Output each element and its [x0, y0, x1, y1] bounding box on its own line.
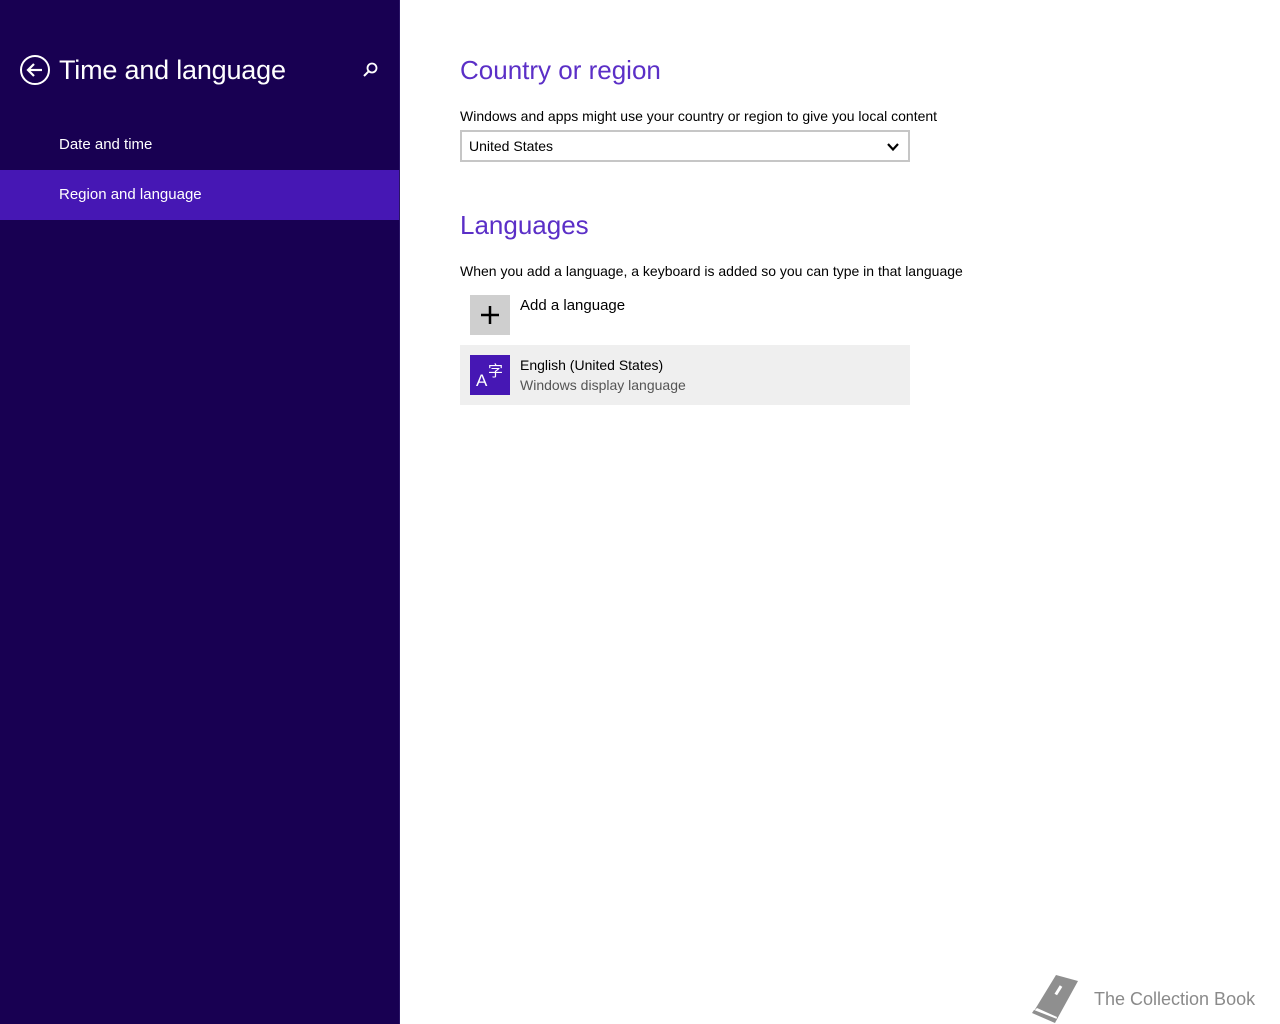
sidebar-item-region-and-language[interactable]: Region and language	[0, 170, 399, 220]
country-select[interactable]: United States	[460, 130, 910, 162]
language-tile: A 字	[470, 355, 510, 395]
book-icon	[1032, 975, 1078, 1023]
sidebar-item-label: Date and time	[59, 136, 153, 153]
main-content: Country or region Windows and apps might…	[400, 0, 1280, 1024]
back-button[interactable]	[19, 54, 51, 86]
language-subtitle: Windows display language	[520, 377, 686, 393]
country-section-title: Country or region	[460, 55, 661, 85]
svg-text:A: A	[476, 371, 488, 390]
page-title: Time and language	[59, 55, 286, 85]
country-section-description: Windows and apps might use your country …	[460, 108, 938, 124]
watermark-text: The Collection Book	[1094, 989, 1256, 1009]
sidebar: Time and language Date and time Region a…	[0, 0, 400, 1024]
svg-text:字: 字	[488, 362, 503, 380]
sidebar-item-date-and-time[interactable]: Date and time	[0, 120, 399, 170]
settings-window: Time and language Date and time Region a…	[0, 0, 1280, 1024]
back-arrow-icon	[20, 55, 50, 85]
add-language-button[interactable]: Add a language	[460, 290, 910, 340]
plus-icon	[481, 306, 499, 324]
sidebar-item-label: Region and language	[59, 186, 202, 203]
search-button[interactable]	[360, 60, 380, 80]
chevron-down-icon	[887, 143, 899, 152]
language-name: English (United States)	[520, 357, 664, 373]
languages-section-title: Languages	[460, 210, 589, 240]
search-icon	[363, 62, 378, 77]
language-item-english-us[interactable]: A 字 English (United States) Windows disp…	[460, 345, 910, 405]
add-language-label: Add a language	[520, 297, 626, 314]
country-select-value: United States	[469, 138, 554, 154]
add-tile	[470, 295, 510, 335]
watermark: The Collection Book	[1028, 975, 1268, 1023]
language-icon: A 字	[476, 362, 503, 390]
languages-section-description: When you add a language, a keyboard is a…	[460, 263, 963, 279]
